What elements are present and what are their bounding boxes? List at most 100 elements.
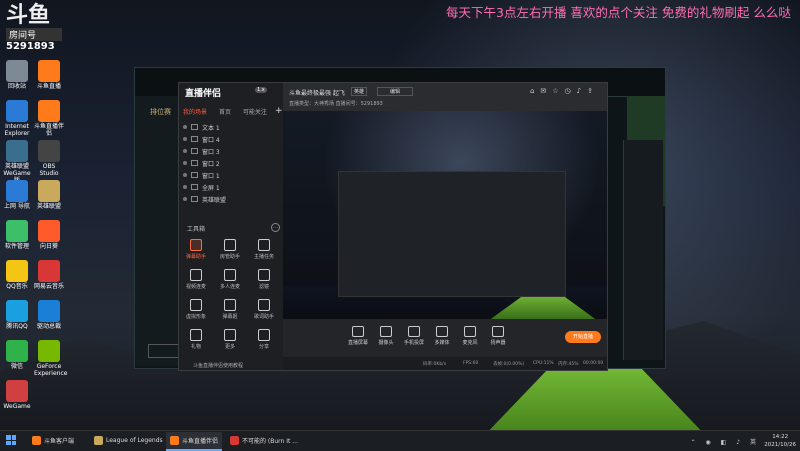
tool-item[interactable]: 歌词助手 (249, 299, 279, 320)
desktop-icon[interactable]: 网易云音乐 (34, 260, 64, 290)
lock-icon[interactable] (191, 148, 198, 154)
eye-icon[interactable] (183, 125, 187, 129)
scene-item[interactable]: 窗口 1 (183, 169, 281, 181)
scene-item[interactable]: 全屏 1 (183, 181, 281, 193)
taskbar-clock[interactable]: 14:22 2021/10/26 (764, 433, 796, 449)
tools-more-icon[interactable]: … (271, 223, 280, 232)
scene-label: 窗口 4 (202, 136, 220, 144)
scene-item[interactable]: 窗口 4 (183, 133, 281, 145)
desktop-icon[interactable]: 向日葵 (34, 220, 64, 250)
assistant-tabs: 我的场景 首页 可能关注 (183, 107, 281, 116)
tool-item[interactable]: 弹幕助手 (181, 239, 211, 260)
control-button[interactable]: 扬声器 (485, 326, 511, 346)
tool-item[interactable]: 滤镜 (249, 269, 279, 290)
desktop-app-icon (6, 300, 28, 322)
control-label: 直播屏幕 (347, 340, 368, 346)
lock-icon[interactable] (191, 136, 198, 142)
desktop-icon-label: 向日葵 (39, 243, 58, 250)
eye-icon[interactable] (183, 149, 187, 153)
control-label: 多媒体 (434, 340, 450, 346)
assistant-version-badge: 1.x (255, 87, 267, 93)
desktop-icon[interactable]: 斗鱼直播 (34, 60, 64, 90)
tool-icon (190, 239, 202, 251)
tab-my-scenes[interactable]: 我的场景 (183, 107, 207, 116)
lock-icon[interactable] (191, 196, 198, 202)
tab-home[interactable]: 首页 (219, 107, 231, 116)
header-icons[interactable]: ⌂✉☆◷♪⇪ (530, 87, 599, 95)
tool-icon (190, 299, 202, 311)
desktop-icon-label: 英雄联盟 (36, 203, 61, 210)
desktop-icon[interactable]: 英雄联盟WeGame版 (2, 140, 32, 184)
scene-item[interactable]: 文本 1 (183, 121, 281, 133)
desktop-icon[interactable]: 驱动总裁 (34, 300, 64, 330)
desktop-icon[interactable]: 腾讯QQ (2, 300, 32, 330)
desktop-app-icon (38, 60, 60, 82)
tool-item[interactable]: 主播任务 (249, 239, 279, 260)
tool-item[interactable]: 视频连麦 (181, 269, 211, 290)
tools-title: 工具箱 (187, 226, 206, 233)
desktop-icon[interactable]: 回收站 (2, 60, 32, 90)
control-button[interactable]: 直播屏幕 (345, 326, 371, 346)
stream-preview[interactable] (283, 111, 607, 326)
tool-item[interactable]: 分享 (249, 329, 279, 350)
lock-icon[interactable] (191, 160, 198, 166)
status-mem: 内存:45% (558, 362, 579, 367)
desktop-icon[interactable]: OBS Studio (34, 140, 64, 177)
desktop-icon-label: Internet Explorer (4, 123, 30, 137)
eye-icon[interactable] (183, 185, 187, 189)
desktop-icon[interactable]: 斗鱼直播伴侣 (34, 100, 64, 137)
tool-icon (258, 269, 270, 281)
tool-item[interactable]: 弹幕姬 (215, 299, 245, 320)
desktop-app-icon (6, 60, 28, 82)
tool-item[interactable]: 房管助手 (215, 239, 245, 260)
eye-icon[interactable] (183, 161, 187, 165)
live-assistant-window[interactable]: 直播伴侣 1.x 我的场景 首页 可能关注 + 文本 1 窗口 4 窗口 3 窗口 2… (178, 82, 608, 371)
desktop-icon[interactable]: 上网 导航 (2, 180, 32, 210)
lock-icon[interactable] (191, 184, 198, 190)
desktop-icon[interactable]: 英雄联盟 (34, 180, 64, 210)
league-right-list (623, 140, 663, 360)
desktop-icon-label: 驱动总裁 (36, 323, 61, 330)
desktop-icon[interactable]: 微信 (2, 340, 32, 370)
control-button[interactable]: 摄像头 (373, 326, 399, 346)
taskbar-item[interactable]: 不可能的 (Burn It ... (226, 432, 302, 449)
scene-label: 窗口 1 (202, 172, 220, 180)
scene-item[interactable]: 窗口 3 (183, 145, 281, 157)
control-button[interactable]: 手机投屏 (401, 326, 427, 346)
tool-item[interactable]: 多人连麦 (215, 269, 245, 290)
scene-item[interactable]: 窗口 2 (183, 157, 281, 169)
lock-icon[interactable] (191, 124, 198, 130)
lock-icon[interactable] (191, 172, 198, 178)
windows-start-icon[interactable] (6, 435, 16, 445)
desktop-icon[interactable]: QQ音乐 (2, 260, 32, 290)
league-client-left-panel (135, 96, 179, 366)
tab-follow[interactable]: 可能关注 (243, 107, 267, 116)
control-button[interactable]: 多媒体 (429, 326, 455, 346)
desktop-icon[interactable]: 软件管理 (2, 220, 32, 250)
control-button[interactable]: 麦克风 (457, 326, 483, 346)
scene-item[interactable]: 英雄联盟 (183, 193, 281, 205)
add-scene-icon[interactable]: + (275, 106, 283, 116)
taskbar-item[interactable]: League of Legends (90, 432, 167, 449)
taskbar-item[interactable]: 斗鱼客户端 (28, 432, 78, 449)
desktop-app-icon (38, 220, 60, 242)
tool-item[interactable]: 更多 (215, 329, 245, 350)
eye-icon[interactable] (183, 173, 187, 177)
desktop-icon[interactable]: WeGame (2, 380, 32, 410)
tutorial-link[interactable]: 斗鱼直播伴侣使用教程 (193, 362, 243, 369)
system-tray-icons[interactable]: ⌃ ◉ ◧ ♪ 英 (691, 437, 760, 446)
stream-title[interactable]: 斗鱼最终极最强 起飞 (289, 88, 345, 97)
edit-button[interactable]: 编辑 (377, 87, 414, 96)
eye-icon[interactable] (183, 197, 187, 201)
desktop-icon[interactable]: GeForce Experience (34, 340, 67, 377)
eye-icon[interactable] (183, 137, 187, 141)
tool-item[interactable]: 虚拟形象 (181, 299, 211, 320)
desktop-icon[interactable]: Internet Explorer (2, 100, 32, 137)
start-live-button[interactable]: 开始直播 (565, 331, 601, 343)
tool-item[interactable]: 礼物 (181, 329, 211, 350)
tool-label: 房管助手 (219, 254, 240, 260)
clock-date: 2021/10/26 (764, 442, 796, 448)
control-icon (380, 326, 392, 337)
taskbar-item[interactable]: 斗鱼直播伴侣 (166, 432, 223, 451)
stream-category[interactable]: 英雄 (351, 87, 368, 96)
